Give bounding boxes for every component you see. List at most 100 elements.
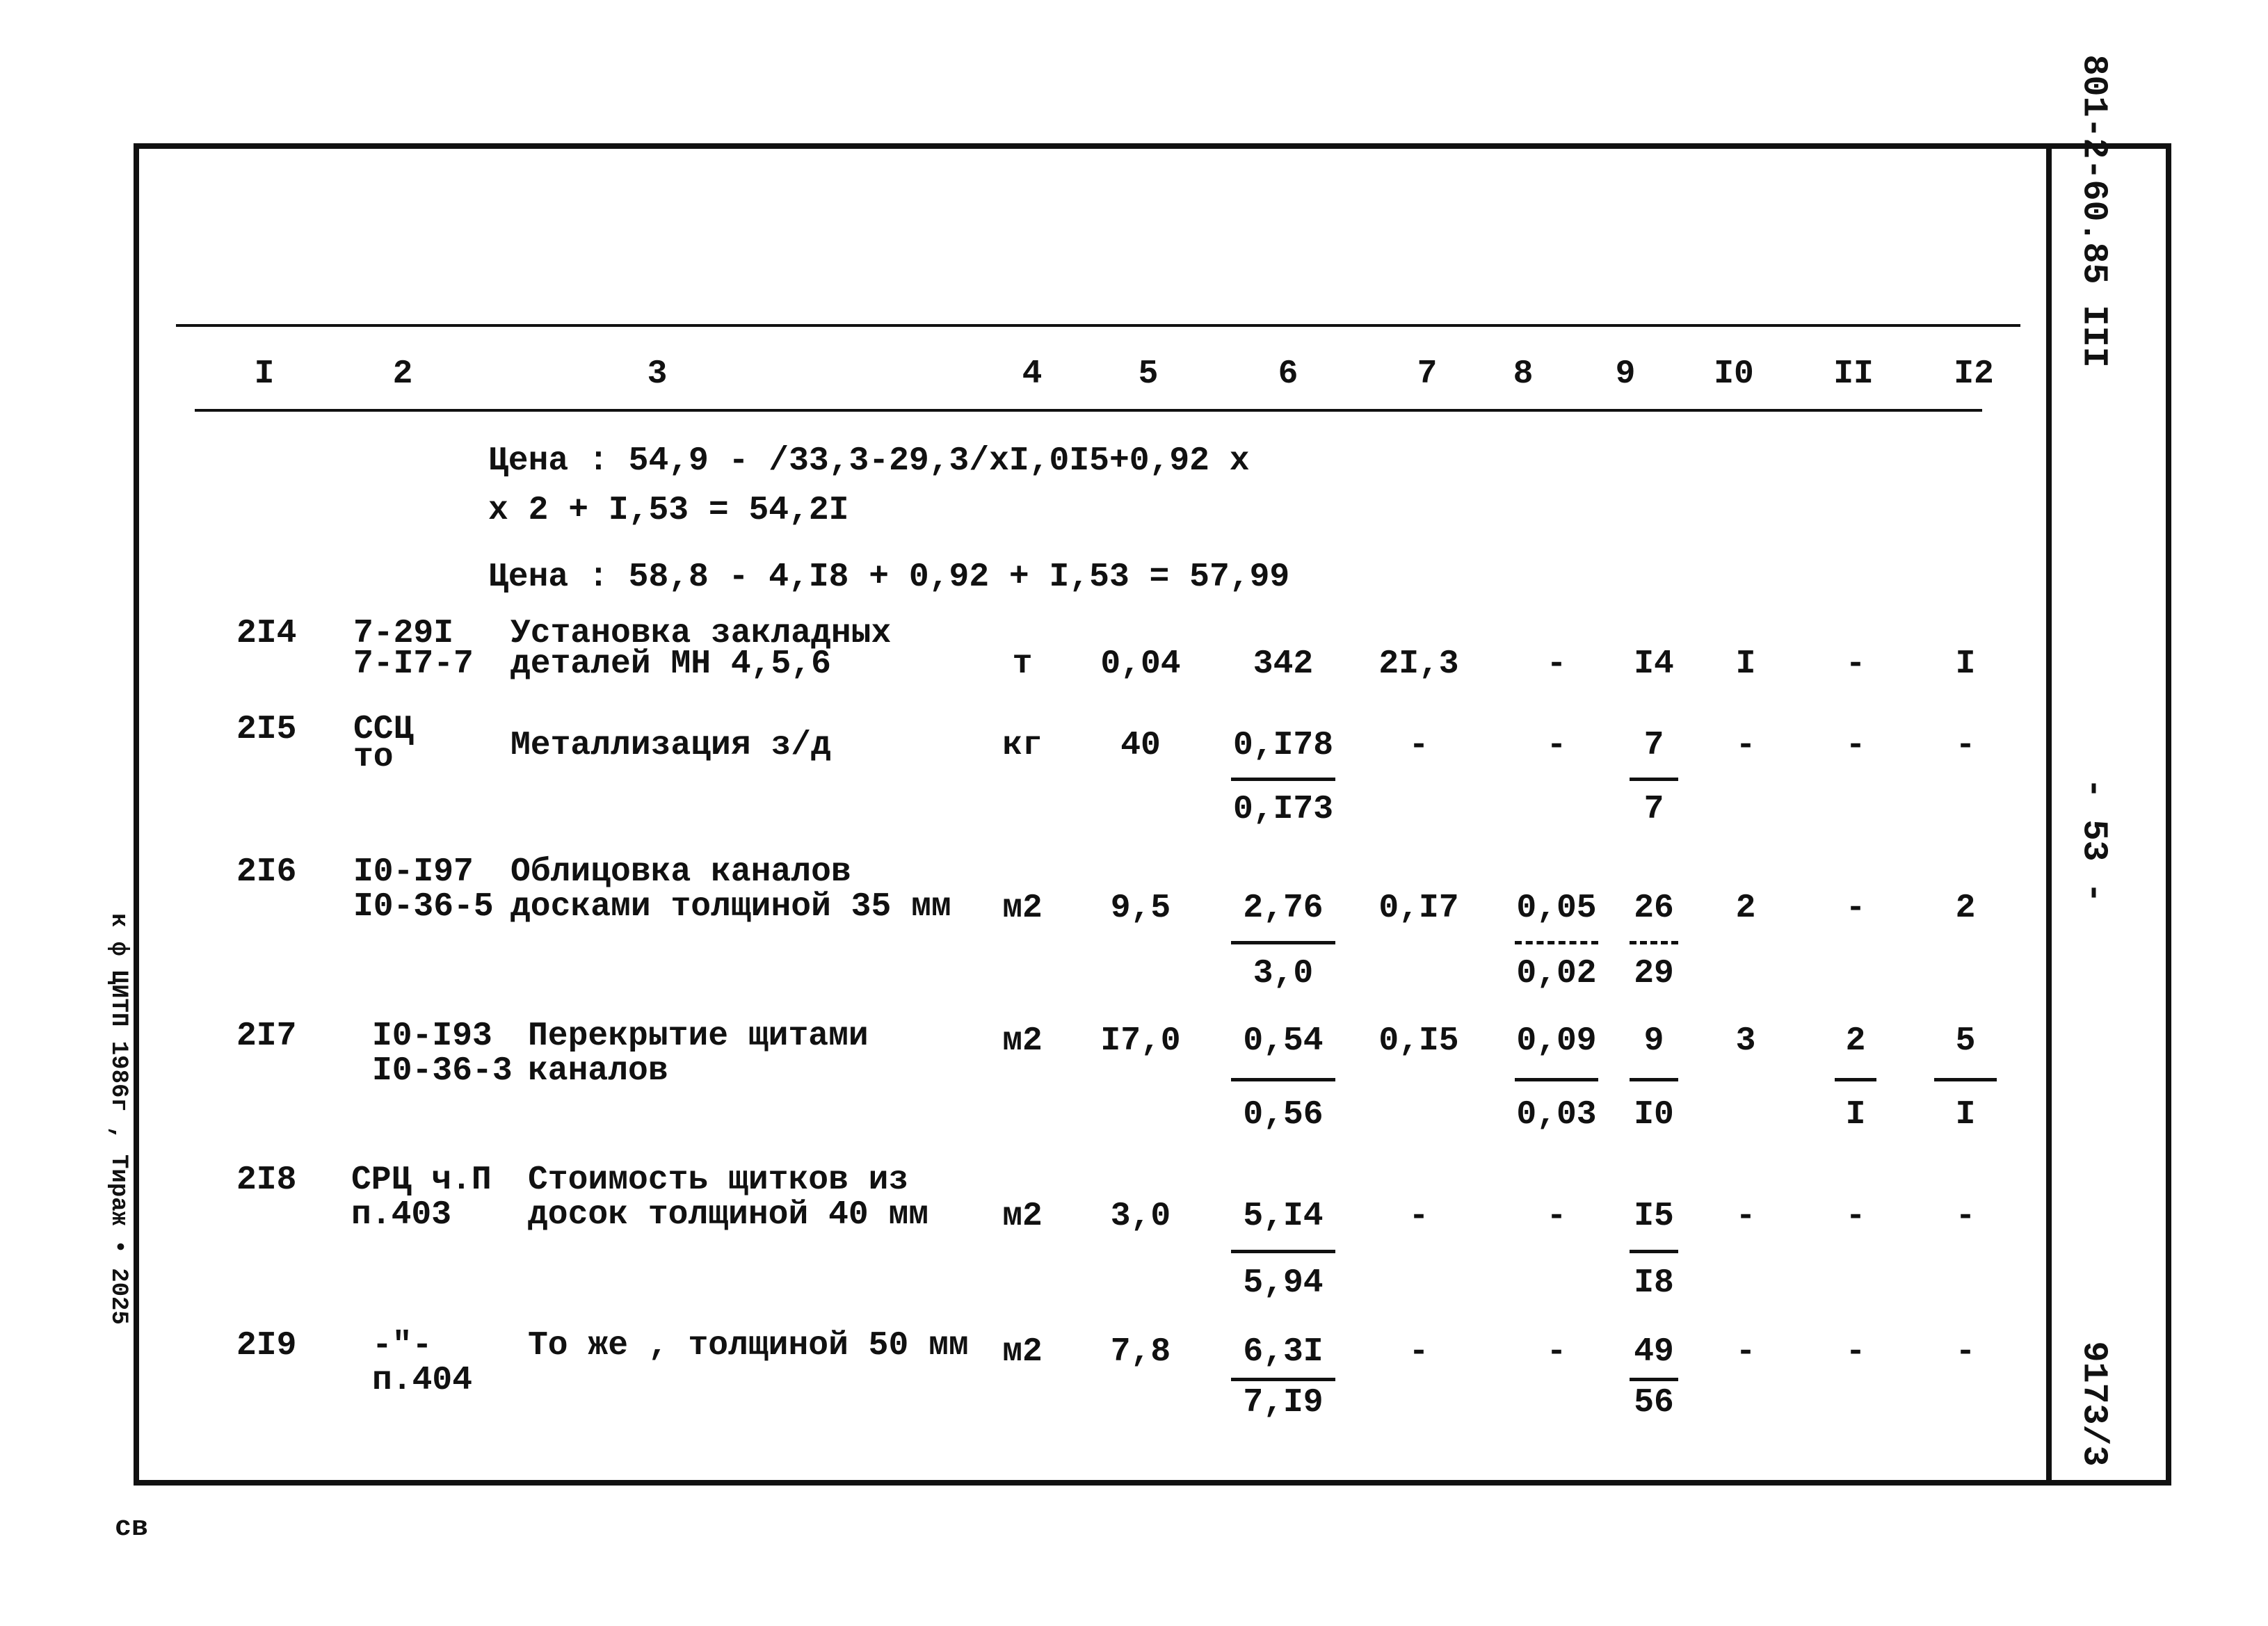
frame-left <box>134 143 139 1486</box>
value-c8-denominator: 0,03 <box>1516 1096 1597 1134</box>
fraction-line <box>1231 778 1335 781</box>
value-c12: - <box>1955 727 1976 764</box>
fraction-line <box>1630 941 1678 944</box>
value-c9: 7 <box>1643 727 1664 764</box>
value-c11: - <box>1845 645 1866 683</box>
fraction-line <box>1231 1078 1335 1081</box>
value-c9: 49 <box>1634 1333 1674 1371</box>
value-c7: 0,I7 <box>1378 890 1459 927</box>
value-c6: 2,76 <box>1243 890 1324 927</box>
footer-mark: св <box>115 1513 149 1544</box>
column-number: 4 <box>1022 355 1043 393</box>
norm-code: I0-36-3 <box>372 1052 513 1090</box>
fraction-line <box>1231 941 1335 944</box>
norm-code: 7-I7-7 <box>353 645 474 683</box>
value-c6: 6,3I <box>1243 1333 1324 1371</box>
value-c11-denominator: I <box>1845 1096 1866 1134</box>
value-c8: - <box>1546 1198 1567 1235</box>
column-number: 6 <box>1278 355 1298 393</box>
side-page-number: - 53 - <box>2073 778 2114 903</box>
value-c9-denominator: 7 <box>1643 791 1664 828</box>
value-c12-denominator: I <box>1955 1096 1976 1134</box>
fraction-line <box>1934 1078 1997 1081</box>
side-order-number: 9173/3 <box>2073 1341 2114 1467</box>
value-c9: 9 <box>1643 1022 1664 1060</box>
header-top-rule <box>176 324 2020 327</box>
value-c6: 5,I4 <box>1243 1198 1324 1235</box>
row-number: 2I4 <box>236 615 297 652</box>
margin-print-note: к ф ЦИТП 1986г , Тираж • 2025 <box>105 913 131 1325</box>
value-c10: 3 <box>1735 1022 1756 1060</box>
work-description: Металлизация з/д <box>510 727 831 764</box>
norm-code: -"- <box>372 1327 433 1365</box>
norm-code: I0-I93 <box>372 1017 492 1055</box>
value-c12: 2 <box>1955 890 1976 927</box>
value-c9-denominator: 56 <box>1634 1384 1674 1422</box>
value-c7: - <box>1408 1333 1429 1371</box>
value-c11: - <box>1845 727 1866 764</box>
norm-code: п.403 <box>351 1196 452 1234</box>
norm-code: I0-36-5 <box>353 888 494 926</box>
value-c12: 5 <box>1955 1022 1976 1060</box>
unit: кг <box>1002 727 1043 764</box>
fraction-line <box>1231 1378 1335 1381</box>
fraction-line <box>1515 1078 1598 1081</box>
value-c10: - <box>1735 1198 1756 1235</box>
work-description: Перекрытие щитами <box>528 1017 869 1055</box>
row-number: 2I8 <box>236 1161 297 1199</box>
value-c6: 0,I78 <box>1232 727 1334 764</box>
value-c8: 0,05 <box>1516 890 1597 927</box>
unit: м2 <box>1002 1198 1043 1235</box>
row-number: 2I7 <box>236 1017 297 1055</box>
value-c6-denominator: 0,I73 <box>1232 791 1334 828</box>
work-description: деталей МН 4,5,6 <box>510 645 831 683</box>
column-number: II <box>1833 355 1874 393</box>
norm-code: I0-I97 <box>353 853 474 891</box>
value-c7: 2I,3 <box>1378 645 1459 683</box>
fraction-line <box>1630 1078 1678 1081</box>
value-c6-denominator: 5,94 <box>1243 1264 1324 1302</box>
work-description: досками толщиной 35 мм <box>510 888 951 926</box>
stamp-divider <box>2046 143 2052 1486</box>
value-c11: - <box>1845 890 1866 927</box>
fraction-line <box>1515 941 1598 944</box>
quantity: 40 <box>1120 727 1161 764</box>
column-number: 2 <box>392 355 413 393</box>
frame-right <box>2166 143 2171 1486</box>
value-c8: - <box>1546 727 1567 764</box>
value-c12: - <box>1955 1333 1976 1371</box>
header-bottom-rule <box>195 409 1982 412</box>
work-description: досок толщиной 40 мм <box>528 1196 929 1234</box>
unit: т <box>1012 645 1033 683</box>
price-formula-line: х 2 + I,53 = 54,2I <box>488 492 849 529</box>
norm-code: то <box>353 739 394 776</box>
fraction-line <box>1630 1378 1678 1381</box>
column-number: I0 <box>1714 355 1754 393</box>
quantity: 0,04 <box>1100 645 1181 683</box>
price-formula-line: Цена : 54,9 - /33,3-29,3/хI,0I5+0,92 х <box>488 442 1250 480</box>
value-c7: - <box>1408 1198 1429 1235</box>
value-c6-denominator: 7,I9 <box>1243 1384 1324 1422</box>
value-c11: - <box>1845 1198 1866 1235</box>
side-doc-code: 801-2-60.85 III <box>2073 54 2114 368</box>
column-number: I <box>254 355 275 393</box>
column-number: I2 <box>1954 355 1994 393</box>
value-c11: 2 <box>1845 1022 1866 1060</box>
value-c8: - <box>1546 1333 1567 1371</box>
work-description: То же , толщиной 50 мм <box>528 1327 969 1365</box>
value-c7: - <box>1408 727 1429 764</box>
unit: м2 <box>1002 890 1043 927</box>
value-c12: - <box>1955 1198 1976 1235</box>
value-c9-denominator: 29 <box>1634 955 1674 992</box>
value-c6-denominator: 0,56 <box>1243 1096 1324 1134</box>
column-number: 5 <box>1138 355 1159 393</box>
column-number: 9 <box>1615 355 1636 393</box>
unit: м2 <box>1002 1022 1043 1060</box>
value-c10: 2 <box>1735 890 1756 927</box>
price-formula-line: Цена : 58,8 - 4,I8 + 0,92 + I,53 = 57,99 <box>488 558 1290 596</box>
fraction-line <box>1630 1250 1678 1253</box>
value-c8: - <box>1546 645 1567 683</box>
value-c9: 26 <box>1634 890 1674 927</box>
column-number: 7 <box>1417 355 1438 393</box>
frame-bottom <box>134 1480 2171 1486</box>
